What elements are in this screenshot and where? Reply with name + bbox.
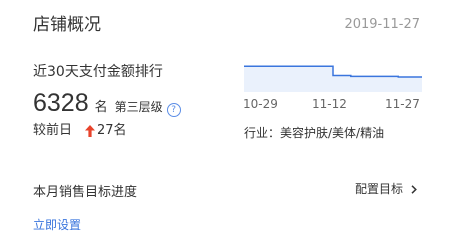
setup-now-link[interactable]: 立即设置 bbox=[33, 216, 81, 234]
chevron-right-icon bbox=[411, 184, 417, 194]
rank-value: 6328 bbox=[33, 89, 89, 117]
compare-row: 较前日 27名 bbox=[33, 122, 127, 140]
config-target-label: 配置目标 bbox=[354, 182, 403, 196]
up-arrow-icon bbox=[85, 125, 96, 137]
shop-overview-card: 店铺概况 2019-11-27 近30天支付金额排行 6328 名 第三层级 ?… bbox=[0, 0, 449, 246]
compare-label: 较前日 bbox=[33, 123, 73, 138]
rank-label: 近30天支付金额排行 bbox=[33, 64, 163, 80]
x-tick-label: 11-12 bbox=[312, 97, 347, 111]
x-tick-label: 10-29 bbox=[243, 97, 278, 111]
rank-row: 6328 名 第三层级 ? bbox=[33, 88, 181, 118]
card-title: 店铺概况 bbox=[33, 15, 101, 35]
rank-trend-chart bbox=[244, 65, 422, 92]
rank-unit: 名 bbox=[94, 100, 108, 115]
compare-value: 27名 bbox=[97, 123, 127, 138]
sales-target-title: 本月销售目标进度 bbox=[33, 185, 138, 200]
industry-label: 行业：美容护肤/美体/精油 bbox=[244, 126, 385, 140]
date-label: 2019-11-27 bbox=[344, 17, 420, 32]
help-icon[interactable]: ? bbox=[166, 103, 181, 117]
x-tick-label: 11-27 bbox=[385, 97, 420, 111]
rank-tier: 第三层级 bbox=[114, 100, 163, 114]
config-target-link[interactable]: 配置目标 bbox=[355, 180, 417, 198]
